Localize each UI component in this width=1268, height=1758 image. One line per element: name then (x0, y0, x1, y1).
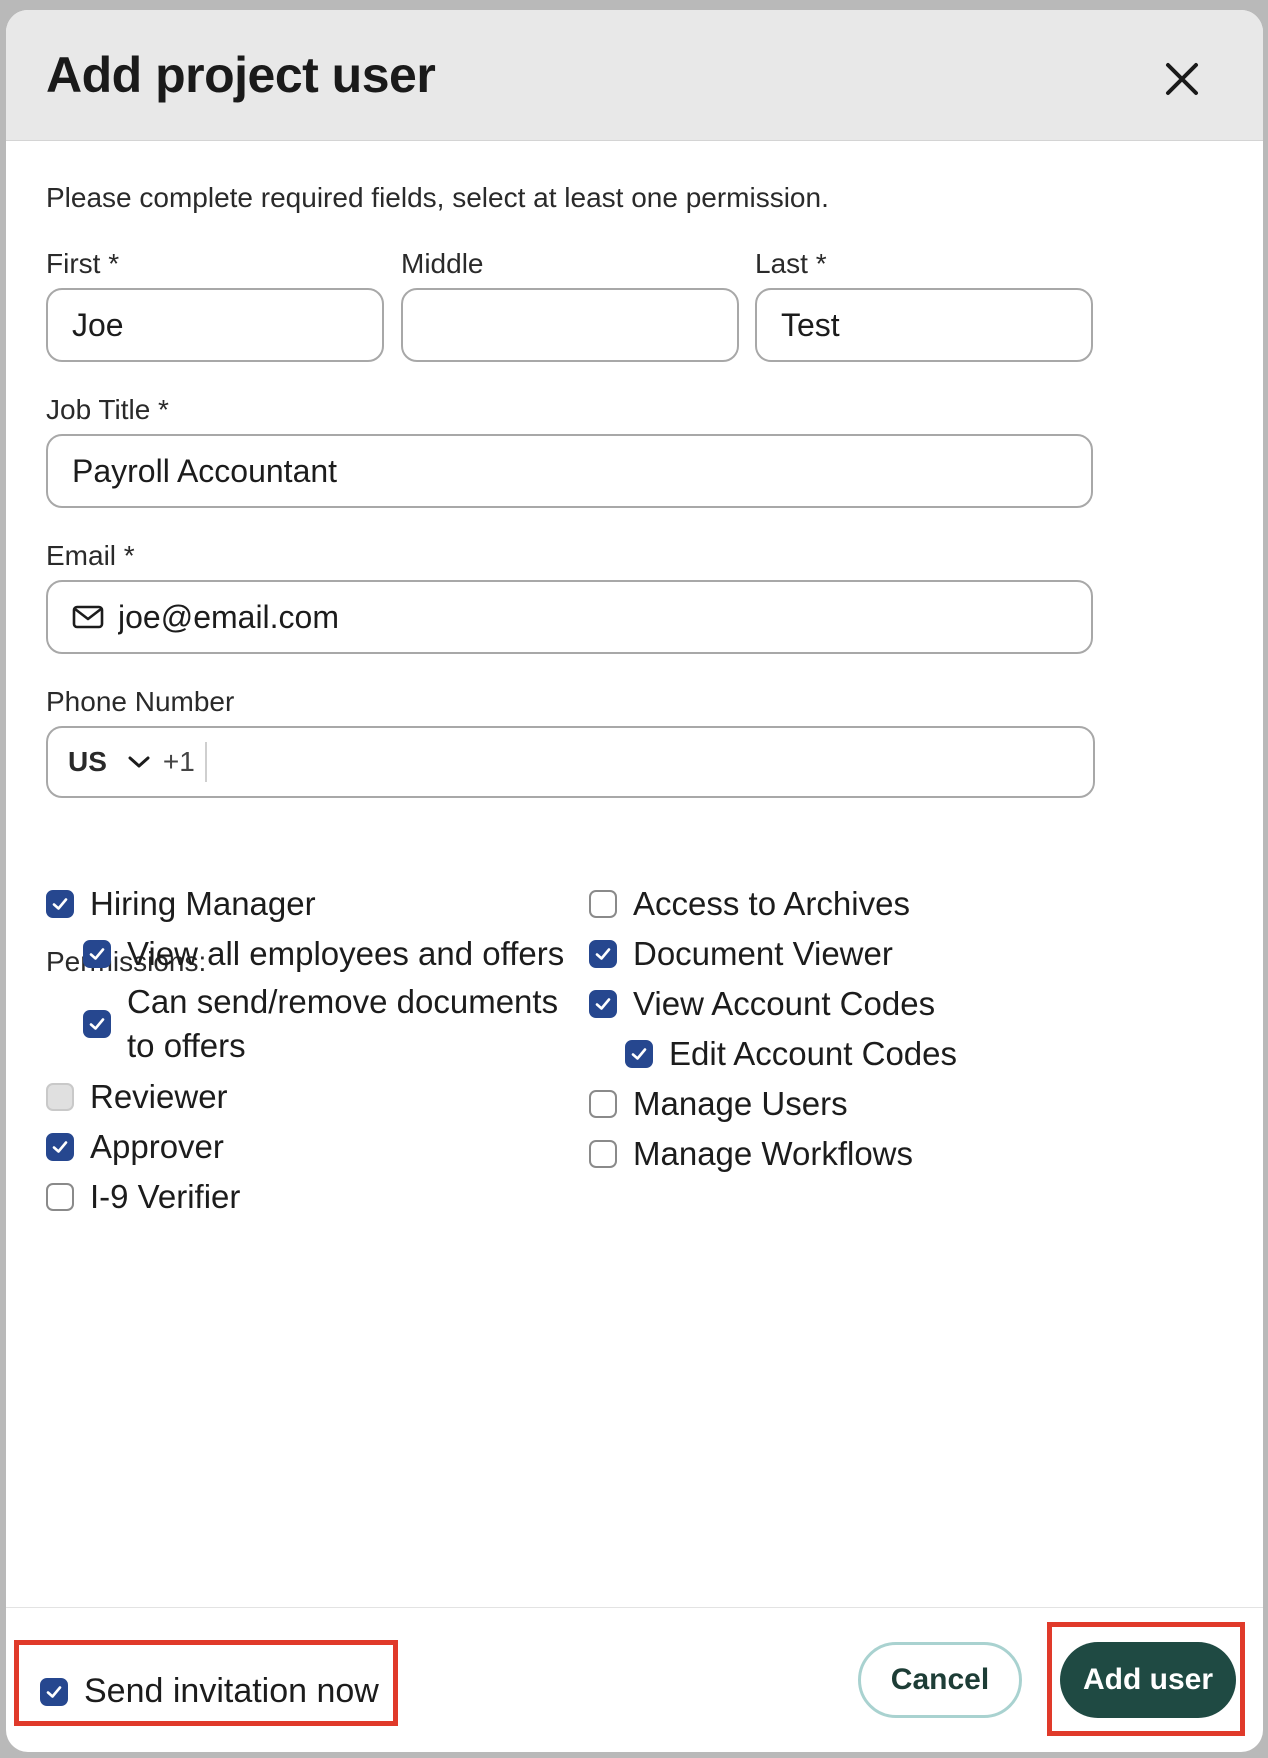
permission-label: View all employees and offers (127, 935, 565, 972)
permission-access-archives[interactable]: Access to Archives (589, 880, 910, 928)
permission-label: Can send/remove documents to offers (127, 983, 559, 1064)
permission-document-viewer[interactable]: Document Viewer (589, 930, 893, 978)
checkbox-checked-icon[interactable] (625, 1040, 653, 1068)
close-icon (1166, 63, 1198, 95)
permission-label: Hiring Manager (90, 885, 316, 922)
checkbox-unchecked-icon[interactable] (46, 1183, 74, 1211)
checkbox-checked-icon[interactable] (83, 940, 111, 968)
middle-name-input[interactable] (427, 306, 713, 344)
permission-manage-users[interactable]: Manage Users (589, 1080, 848, 1128)
permission-approver[interactable]: Approver (46, 1123, 224, 1171)
permission-label: Manage Users (633, 1085, 848, 1122)
permission-label: Edit Account Codes (669, 1035, 958, 1072)
country-code-select[interactable]: US (68, 746, 151, 778)
middle-name-label: Middle (401, 248, 484, 279)
permission-label: Document Viewer (633, 935, 893, 972)
permission-label: Reviewer (90, 1078, 228, 1115)
checkbox-checked-icon[interactable] (40, 1677, 68, 1706)
dialog-header: Add project user (6, 10, 1263, 141)
permission-label: Manage Workflows (633, 1135, 914, 1172)
checkbox-unchecked-icon[interactable] (589, 890, 617, 918)
email-field[interactable] (46, 580, 1093, 654)
first-name-field[interactable] (46, 288, 384, 362)
add-project-user-dialog: Add project user Please complete require… (6, 10, 1263, 1752)
permission-i9-verifier[interactable]: I-9 Verifier (46, 1173, 240, 1221)
cancel-button[interactable]: Cancel (858, 1642, 1022, 1718)
permission-label: I-9 Verifier (90, 1178, 241, 1215)
middle-name-field[interactable] (401, 288, 739, 362)
job-title-input[interactable] (72, 452, 1067, 490)
checkbox-checked-icon[interactable] (46, 890, 74, 918)
job-title-field[interactable] (46, 434, 1093, 508)
first-name-label: First * (46, 248, 120, 279)
checkbox-checked-icon[interactable] (589, 940, 617, 968)
send-invitation-checkbox[interactable]: Send invitation now (40, 1672, 379, 1711)
permission-label: View Account Codes (633, 985, 936, 1022)
phone-number-label: Phone Number (46, 686, 235, 717)
phone-number-input[interactable] (220, 743, 1069, 781)
job-title-label: Job Title * (46, 394, 169, 425)
email-label: Email * (46, 540, 135, 571)
country-code-value: US (68, 746, 107, 777)
email-input[interactable] (118, 598, 1067, 636)
permission-hiring-manager[interactable]: Hiring Manager (46, 880, 316, 928)
form-instructions: Please complete required fields, select … (46, 182, 829, 213)
permission-manage-workflows[interactable]: Manage Workflows (589, 1130, 913, 1178)
chevron-down-icon (128, 756, 150, 768)
last-name-input[interactable] (781, 306, 1067, 344)
add-user-button[interactable]: Add user (1060, 1642, 1236, 1718)
permission-label: Access to Archives (633, 885, 910, 922)
checkbox-checked-icon[interactable] (83, 1010, 111, 1038)
permission-label: Approver (90, 1128, 224, 1165)
permission-send-remove-documents[interactable]: Can send/remove documents to offers (83, 980, 583, 1068)
close-button[interactable] (1156, 53, 1208, 105)
checkbox-disabled-icon (46, 1083, 74, 1111)
last-name-field[interactable] (755, 288, 1093, 362)
permission-view-all-employees[interactable]: View all employees and offers (83, 930, 564, 978)
checkbox-unchecked-icon[interactable] (589, 1140, 617, 1168)
checkbox-unchecked-icon[interactable] (589, 1090, 617, 1118)
dialog-title: Add project user (46, 47, 436, 103)
permission-edit-account-codes[interactable]: Edit Account Codes (625, 1030, 957, 1078)
dial-code: +1 (163, 742, 207, 782)
checkbox-checked-icon[interactable] (46, 1133, 74, 1161)
footer-divider (6, 1607, 1263, 1608)
mail-icon (72, 605, 104, 629)
permission-reviewer: Reviewer (46, 1073, 228, 1121)
checkbox-checked-icon[interactable] (589, 990, 617, 1018)
permission-view-account-codes[interactable]: View Account Codes (589, 980, 935, 1028)
last-name-label: Last * (755, 248, 827, 279)
first-name-input[interactable] (72, 306, 358, 344)
phone-number-field: US +1 (46, 726, 1095, 798)
send-invitation-label: Send invitation now (84, 1672, 379, 1710)
